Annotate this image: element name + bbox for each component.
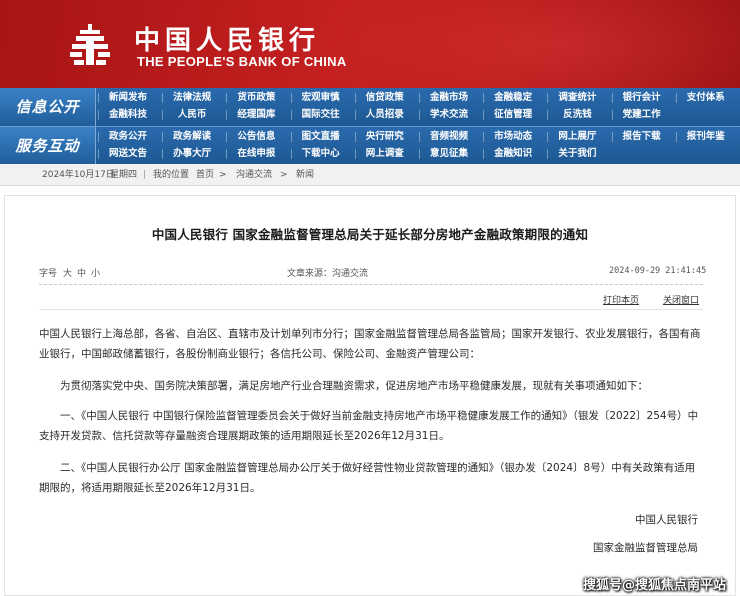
nav-section-title-info[interactable]: 信息公开	[0, 88, 96, 126]
nav-item[interactable]: 图文直播	[290, 129, 351, 145]
nav-item[interactable]: 支付体系	[675, 90, 736, 106]
nav-item[interactable]: 人员招录	[354, 107, 415, 123]
nav-item[interactable]: 网送文告	[98, 146, 158, 162]
nav-item[interactable]: 经理国库	[226, 107, 286, 123]
main-nav: 信息公开 新闻发布 法律法规 货币政策 宏观审慎 信贷政策 金融市场 金融稳定 调查统计 银行会…	[0, 88, 740, 165]
nav-item[interactable]: 音频视频	[419, 129, 479, 145]
nav-item[interactable]: 在线申报	[226, 146, 286, 162]
nav-section-title-service[interactable]: 服务互动	[0, 127, 96, 165]
nav-item[interactable]: 学术交流	[419, 107, 479, 123]
nav-item[interactable]: 金融知识	[483, 146, 543, 162]
nav-item[interactable]: 宏观审慎	[290, 90, 351, 106]
nav-item[interactable]: 国际交往	[290, 107, 351, 123]
nav-item[interactable]: 网上展厅	[547, 129, 607, 145]
location-label: 我的位置	[153, 170, 190, 180]
nav-item[interactable]: 人民币	[162, 107, 222, 123]
article-paragraph: 一、《中国人民银行 中国银行保险监督管理委员会关于做好当前金融支持房地产市场平稳…	[39, 410, 699, 442]
close-window-link[interactable]: 关闭窗口	[663, 293, 699, 306]
nav-item[interactable]: 网上调查	[354, 146, 415, 162]
watermark-text: 搜狐号@搜狐焦点南平站	[582, 578, 726, 593]
nav-item[interactable]: 金融市场	[419, 90, 479, 106]
article-paragraph: 中国人民银行上海总部，各省、自治区、直辖市及计划单列市分行；国家金融监督管理总局…	[39, 328, 701, 360]
nav-grid-info: 新闻发布 法律法规 货币政策 宏观审慎 信贷政策 金融市场 金融稳定 调查统计 银行会计 支付体系…	[98, 90, 740, 124]
article-datetime: 2024-09-29 21:41:45	[609, 266, 707, 276]
nav-item[interactable]: 反洗钱	[547, 107, 607, 123]
divider	[39, 284, 703, 285]
nav-item[interactable]: 报刊年鉴	[675, 129, 736, 145]
breadcrumb-home-link[interactable]: 首页	[196, 164, 214, 186]
current-weekday: 星期四	[110, 170, 138, 180]
bank-name-en: THE PEOPLE'S BANK OF CHINA	[137, 54, 347, 69]
current-date: 2024年10月17日	[42, 170, 115, 180]
font-size-label: 字号	[39, 269, 58, 279]
breadcrumb: 2024年10月17日 星期四 | 我的位置 首页 > 沟通交流 > 新闻	[0, 164, 740, 186]
article-source: 文章来源：沟通交流	[287, 269, 369, 279]
signature-pboc: 中国人民银行	[635, 514, 698, 526]
nav-item[interactable]: 金融稳定	[483, 90, 543, 106]
nav-section-service: 服务互动 政务公开 政务解读 公告信息 图文直播 央行研究 音频视频 市场动态 网上展厅 报告下…	[0, 126, 740, 165]
article-panel: 中国人民银行 国家金融监督管理总局关于延长部分房地产金融政策期限的通知 字号 大…	[4, 195, 736, 596]
nav-item[interactable]: 政务公开	[98, 129, 158, 145]
nav-item[interactable]: 政务解读	[162, 129, 222, 145]
banner-glow	[300, 0, 740, 88]
header-banner: 中国人民银行 THE PEOPLE'S BANK OF CHINA	[0, 0, 740, 88]
nav-item[interactable]: 市场动态	[483, 129, 543, 145]
font-size-small-link[interactable]: 小	[91, 266, 100, 279]
nav-section-info: 信息公开 新闻发布 法律法规 货币政策 宏观审慎 信贷政策 金融市场 金融稳定 调查统计 银行会…	[0, 88, 740, 126]
breadcrumb-separator: >	[280, 170, 288, 180]
article-paragraph: 为贯彻落实党中央、国务院决策部署，满足房地产行业合理融资需求，促进房地产市场平稳…	[60, 380, 648, 392]
nav-item[interactable]: 货币政策	[226, 90, 286, 106]
breadcrumb-separator: >	[219, 170, 227, 180]
nav-item[interactable]: 下载中心	[290, 146, 351, 162]
article-paragraph: 二、《中国人民银行办公厅 国家金融监督管理总局办公厅关于做好经营性物业贷款管理的…	[39, 462, 696, 494]
nav-grid-service: 政务公开 政务解读 公告信息 图文直播 央行研究 音频视频 市场动态 网上展厅 报告下载 报刊年鉴…	[98, 129, 740, 163]
nav-item[interactable]: 意见征集	[419, 146, 479, 162]
print-page-link[interactable]: 打印本页	[603, 293, 639, 306]
nav-item[interactable]: 征信管理	[483, 107, 543, 123]
nav-item[interactable]: 党建工作	[611, 107, 672, 123]
nav-item[interactable]: 报告下载	[611, 129, 672, 145]
nav-item[interactable]: 调查统计	[547, 90, 607, 106]
nav-item[interactable]: 信贷政策	[354, 90, 415, 106]
pboc-emblem-icon[interactable]	[66, 22, 114, 70]
breadcrumb-level2-link[interactable]: 新闻	[296, 164, 314, 186]
nav-item[interactable]: 法律法规	[162, 90, 222, 106]
bank-name-cn: 中国人民银行	[134, 26, 321, 56]
nav-item[interactable]: 金融科技	[98, 107, 158, 123]
font-size-large-link[interactable]: 大	[63, 266, 72, 279]
breadcrumb-level1-link[interactable]: 沟通交流	[236, 164, 272, 186]
nav-item[interactable]: 公告信息	[226, 129, 286, 145]
nav-item[interactable]: 办事大厅	[162, 146, 222, 162]
nav-item[interactable]: 央行研究	[354, 129, 415, 145]
font-size-medium-link[interactable]: 中	[77, 266, 86, 279]
article-title: 中国人民银行 国家金融监督管理总局关于延长部分房地产金融政策期限的通知	[151, 227, 589, 242]
nav-item[interactable]: 银行会计	[611, 90, 672, 106]
signature-nfra: 国家金融监督管理总局	[593, 542, 698, 554]
nav-item[interactable]: 关于我们	[547, 146, 607, 162]
divider	[39, 309, 703, 310]
nav-item[interactable]: 新闻发布	[98, 90, 158, 106]
